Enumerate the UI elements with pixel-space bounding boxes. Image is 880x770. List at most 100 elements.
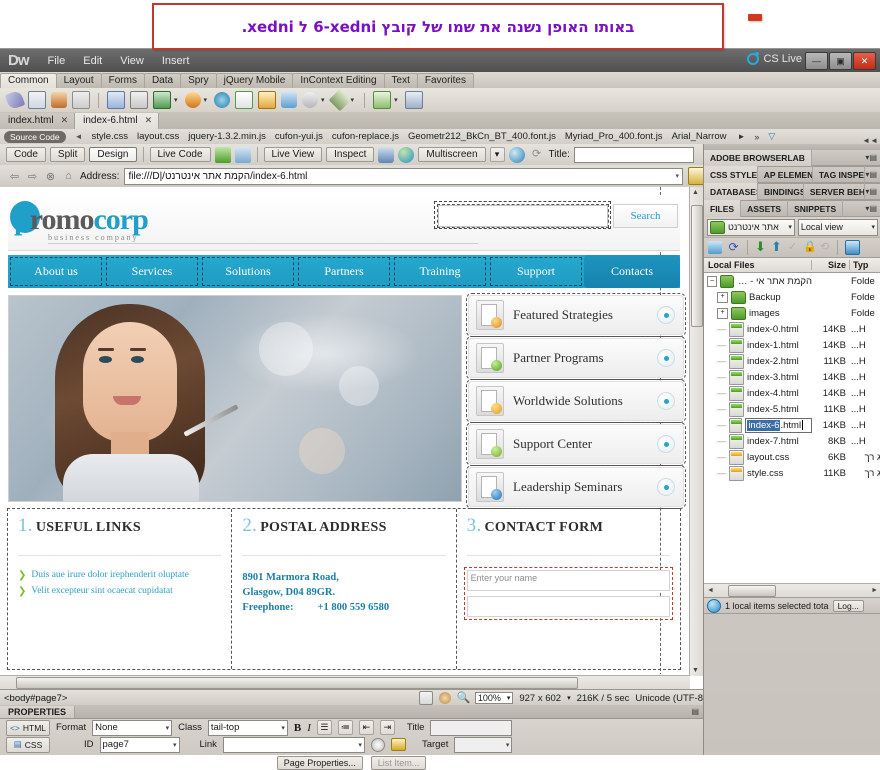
validation-icon[interactable] [378, 146, 395, 163]
horizontal-rule-icon[interactable] [72, 91, 90, 109]
nav-item-about-us[interactable]: About us [8, 255, 104, 288]
address-input[interactable]: file:///D|/הקמת אתר אינטרנט/index-6.html… [124, 167, 683, 185]
debug-icon[interactable] [234, 146, 251, 163]
source-code-button[interactable]: Source Code [4, 130, 66, 143]
column-header-local-files[interactable]: Local Files [704, 260, 811, 270]
connect-to-remote-icon[interactable] [708, 241, 722, 254]
page-title-input[interactable] [573, 146, 694, 163]
panel-menu-icon[interactable]: ▾▤ [865, 170, 880, 179]
chevron-down-icon[interactable]: ▾ [321, 96, 325, 104]
menu-edit[interactable]: Edit [74, 52, 111, 70]
feature-bullet-icon[interactable] [657, 392, 675, 410]
related-file-myriad[interactable]: Myriad_Pro_400.font.js [565, 131, 663, 142]
head-icon[interactable] [302, 92, 319, 108]
insert-tab-data[interactable]: Data [143, 73, 182, 88]
indent-icon[interactable]: ⇥ [379, 720, 395, 735]
tab-ap-elements[interactable]: AP ELEMENT [758, 166, 813, 183]
related-file-cufon-replace[interactable]: cufon-replace.js [332, 131, 399, 142]
feature-item-partner-programs[interactable]: Partner Programs [466, 336, 686, 380]
feature-bullet-icon[interactable] [657, 435, 675, 453]
widget-icon[interactable] [214, 92, 231, 108]
panel-menu-icon[interactable]: ▤ [691, 707, 703, 716]
bold-button[interactable]: B [294, 722, 301, 734]
files-horizontal-scrollbar[interactable]: ◄ ► [704, 583, 880, 597]
maximize-button[interactable]: ▣ [829, 52, 852, 70]
tab-server-behaviors[interactable]: SERVER BEHA [804, 183, 866, 200]
second-input[interactable] [466, 596, 670, 617]
related-file-style-css[interactable]: style.css [92, 131, 128, 142]
scrollbar-thumb[interactable] [16, 677, 578, 689]
class-select[interactable]: tail-top ▾ [207, 719, 288, 736]
tab-bindings[interactable]: BINDINGS [758, 183, 804, 200]
expand-panels-icon[interactable]: ◄◄ [862, 136, 878, 145]
tree-row-images[interactable]: + images Folde [704, 305, 880, 321]
chevron-right-icon[interactable]: ► [737, 132, 745, 141]
templates-icon[interactable] [373, 91, 392, 109]
close-icon[interactable]: ✕ [145, 115, 153, 126]
tree-row-site-root[interactable]: – הקמת אתר אי - Site Folde [704, 273, 880, 289]
tree-row-index-0[interactable]: — index-0.html 14KB ...H [704, 321, 880, 337]
related-file-cufon-yui[interactable]: cufon-yui.js [275, 131, 323, 142]
tab-snippets[interactable]: SNIPPETS [788, 200, 844, 217]
insert-tab-layout[interactable]: Layout [55, 73, 102, 88]
name-input[interactable]: Enter your name [466, 570, 670, 591]
insert-tab-forms[interactable]: Forms [100, 73, 145, 88]
server-side-include-icon[interactable] [258, 91, 277, 109]
design-canvas[interactable]: promocorp business company Search About … [0, 187, 704, 689]
panel-menu-icon[interactable]: ▾▤ [865, 187, 880, 196]
insert-tab-incontext-editing[interactable]: InContext Editing [292, 73, 385, 88]
nav-item-support[interactable]: Support [488, 255, 584, 288]
page-properties-button[interactable]: Page Properties... [276, 756, 363, 770]
nav-item-partners[interactable]: Partners [296, 255, 392, 288]
tab-assets[interactable]: ASSETS [741, 200, 789, 217]
more-files-icon[interactable]: » [754, 132, 759, 142]
tab-css-styles[interactable]: CSS STYLES [704, 166, 758, 183]
close-button[interactable]: ✕ [853, 52, 876, 70]
tree-row-style-css[interactable]: — style.css 11KB ג רך [704, 465, 880, 481]
scroll-right-icon[interactable]: ► [871, 587, 878, 594]
zoom-selector[interactable]: 100% ▾ [474, 692, 514, 704]
menu-view[interactable]: View [111, 52, 153, 70]
put-files-icon[interactable]: ⬆ [771, 240, 782, 254]
nav-item-contacts[interactable]: Contacts [584, 255, 680, 288]
tree-row-backup[interactable]: + Backup Folde [704, 289, 880, 305]
home-icon[interactable]: ⌂ [62, 170, 75, 183]
script-icon[interactable] [328, 88, 351, 112]
column-header-type[interactable]: Typ [849, 260, 880, 270]
rename-input[interactable]: index-6 .html [745, 417, 812, 433]
chevron-down-icon[interactable]: ▾ [173, 741, 177, 749]
date-icon[interactable] [235, 91, 254, 109]
related-file-jquery[interactable]: jquery-1.3.2.min.js [188, 131, 266, 142]
feature-item-worldwide-solutions[interactable]: Worldwide Solutions [466, 379, 686, 423]
twisty-icon[interactable]: + [717, 291, 728, 303]
nav-item-solutions[interactable]: Solutions [200, 255, 296, 288]
site-selector[interactable]: אתר אינטרנט ▾ [707, 218, 795, 236]
log-button[interactable]: Log... [832, 599, 864, 612]
id-select[interactable]: page7 ▾ [99, 736, 180, 753]
hyperlink-icon[interactable] [4, 89, 26, 111]
related-file-arial-narrow[interactable]: Arial_Narrow [672, 131, 727, 142]
point-to-file-icon[interactable] [370, 737, 385, 752]
scroll-down-icon[interactable]: ▼ [692, 667, 699, 674]
scroll-up-icon[interactable]: ▲ [692, 189, 699, 196]
hand-tool-icon[interactable] [438, 692, 451, 704]
scroll-left-icon[interactable]: ◄ [707, 587, 714, 594]
panel-collapse-bar[interactable]: ◄◄ [704, 136, 880, 150]
forward-icon[interactable]: ⇨ [26, 170, 39, 183]
search-input[interactable] [437, 204, 609, 228]
live-code-button[interactable]: Live Code [149, 147, 211, 162]
list-item[interactable]: ❯ Duis aue irure dolor irephenderit olupt… [18, 570, 221, 581]
feature-bullet-icon[interactable] [657, 306, 675, 324]
cs-live-button[interactable]: CS Live [747, 52, 802, 65]
feature-item-leadership-seminars[interactable]: Leadership Seminars [466, 465, 686, 509]
chevron-down-icon[interactable]: ▾ [506, 741, 510, 749]
panel-menu-icon[interactable]: ▾▤ [865, 204, 880, 213]
list-item-button[interactable]: List Item... [370, 756, 427, 770]
twisty-icon[interactable]: + [717, 307, 728, 319]
tree-row-index-1[interactable]: — index-1.html 14KB ...H [704, 337, 880, 353]
preview-browser-icon[interactable] [214, 146, 231, 163]
feature-item-featured-strategies[interactable]: Featured Strategies [466, 293, 686, 337]
nav-item-services[interactable]: Services [104, 255, 200, 288]
filter-icon[interactable]: ▽ [768, 131, 775, 142]
tab-adobe-browserlab[interactable]: ADOBE BROWSERLAB [704, 149, 812, 166]
